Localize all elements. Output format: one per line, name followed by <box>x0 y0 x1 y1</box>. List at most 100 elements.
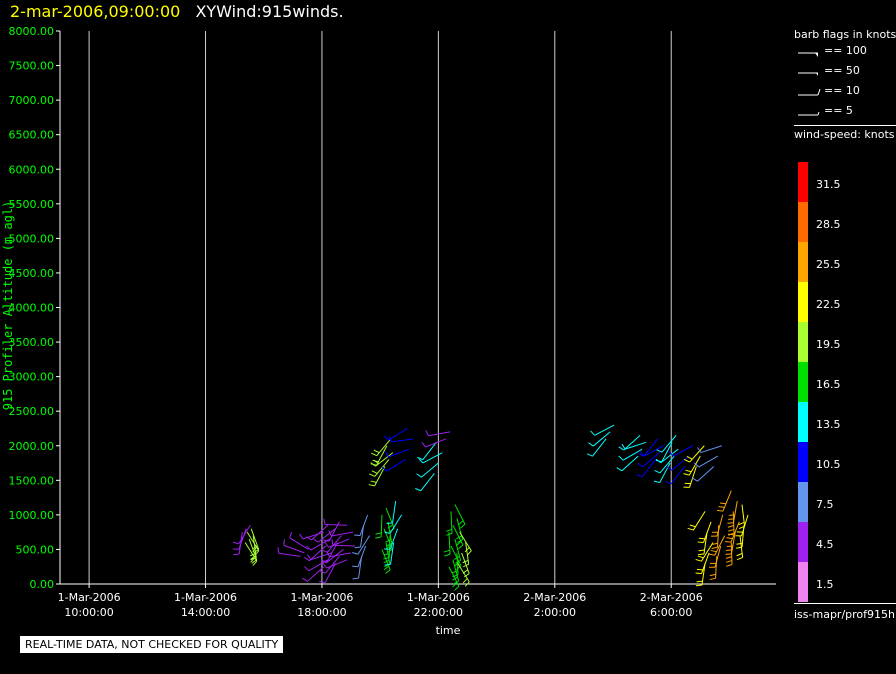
wind-barb <box>701 552 710 574</box>
wind-barb <box>671 455 690 471</box>
wind-barb-tick <box>636 474 643 478</box>
wind-barb-tick <box>289 531 293 538</box>
wind-barb-tick <box>232 541 239 545</box>
wind-barb-tick <box>369 473 375 477</box>
barb-legend-100: == 100 <box>794 41 896 61</box>
x-tick-time: 14:00:00 <box>181 606 230 619</box>
wind-barb-tick <box>352 565 359 568</box>
barb-legend-label: == 10 <box>824 84 860 97</box>
wind-barb-tick <box>460 523 466 529</box>
barb-legend-label: == 100 <box>824 44 867 57</box>
barb-legend-label: == 5 <box>824 104 853 117</box>
wind-barb-tick <box>319 570 326 574</box>
wind-barb-tick <box>454 585 460 591</box>
speed-label: 10.5 <box>816 458 841 471</box>
wind-barb-tick <box>695 572 702 575</box>
wind-barb-tick <box>725 556 732 559</box>
wind-barb-tick <box>372 459 379 463</box>
wind-barb-tick <box>302 577 308 582</box>
wind-barb-tick <box>696 568 703 571</box>
wind-barb <box>659 462 671 483</box>
wind-barb-tick <box>299 533 304 540</box>
speed-label: 4.5 <box>816 538 834 551</box>
y-tick-label: 0.00 <box>30 578 55 591</box>
wind-barb-tick <box>684 458 690 463</box>
wind-barb <box>324 556 340 574</box>
wind-barb <box>391 438 414 443</box>
y-tick-label: 1000.00 <box>9 509 55 522</box>
wind-barb-tick <box>687 527 694 531</box>
wind-barb <box>278 552 301 557</box>
wind-barb-tick <box>689 524 696 528</box>
wind-barb-tick <box>728 518 735 520</box>
wind-barb-tick <box>728 514 735 516</box>
wind-barb-tick <box>462 578 468 584</box>
speed-swatch <box>798 442 808 482</box>
wind-barb-tick <box>618 446 625 451</box>
wind-barb-tick <box>371 452 377 457</box>
wind-barb <box>722 490 732 512</box>
legend-panel: barb flags in knots == 100 == 50 == 10 =… <box>794 28 896 626</box>
y-tick-label: 7000.00 <box>9 94 55 107</box>
wind-barb-tick <box>708 553 715 556</box>
wind-barb-tick <box>698 537 705 540</box>
wind-barb <box>333 544 356 547</box>
x-tick-time: 6:00:00 <box>650 606 692 619</box>
y-tick-label: 7500.00 <box>9 60 55 73</box>
legend-divider <box>794 125 896 126</box>
wind-barb <box>692 511 706 531</box>
wind-barb <box>698 455 719 468</box>
wind-barb-tick <box>232 548 239 550</box>
wind-barb-tick <box>444 549 451 553</box>
wind-barb-tick <box>277 547 280 554</box>
speed-scale-labels: 31.5 28.5 25.5 22.5 19.5 16.5 13.5 10.5 7.5 4.5 1.… <box>816 162 841 602</box>
wind-barb-tick <box>697 553 705 556</box>
wind-barb-tick <box>384 563 391 566</box>
wind-barb-tick <box>304 566 310 572</box>
wind-barb-tick <box>590 430 596 436</box>
wind-barb <box>380 514 383 537</box>
wind-barb-tick <box>586 453 593 457</box>
wind-barb-tick <box>697 555 704 559</box>
wind-barb <box>283 544 305 554</box>
wind-barb-tick <box>618 455 624 461</box>
wind-barb-tick <box>462 569 469 574</box>
wind-barb-tick <box>444 553 451 557</box>
wind-barb-tick <box>352 577 359 580</box>
barb-legend-5: == 5 <box>794 101 896 121</box>
wind-barb-tick <box>726 537 733 540</box>
wind-barb-tick <box>370 480 377 483</box>
speed-swatch <box>798 242 808 282</box>
wind-barb-tick <box>384 451 390 458</box>
x-tick-date: 2-Mar-2006 <box>523 591 586 604</box>
wind-barb-tick <box>354 534 361 537</box>
wind-barb-tick <box>653 480 660 483</box>
wind-barb-tick <box>331 539 334 546</box>
wind-barb-tick <box>736 556 743 561</box>
wind-barb-tick <box>718 506 725 508</box>
wind-barb-tick <box>386 522 393 525</box>
wind-barb-tick <box>710 549 717 553</box>
wind-barb <box>307 566 325 582</box>
speed-swatch <box>798 362 808 402</box>
wind-barb <box>622 448 643 461</box>
wind-barb <box>703 521 712 543</box>
barb-legend-title: barb flags in knots <box>794 28 896 41</box>
wind-barb-tick <box>719 502 727 505</box>
wind-barb-tick <box>725 560 733 563</box>
y-tick-label: 4000.00 <box>9 302 55 315</box>
x-tick-date: 1-Mar-2006 <box>290 591 353 604</box>
wind-barb-tick <box>709 577 716 581</box>
speed-swatch <box>798 562 808 602</box>
wind-barb <box>716 514 724 537</box>
wind-barb <box>331 531 354 537</box>
wind-barb-tick <box>695 584 703 587</box>
wind-barb-tick <box>307 554 312 560</box>
y-axis-label: 915 Profiler Altitude (m agl) <box>1 201 15 411</box>
wind-barb <box>376 438 392 457</box>
wind-barb <box>289 537 309 550</box>
speed-label: 25.5 <box>816 258 841 271</box>
wind-barb <box>376 445 388 466</box>
wind-barb-tick <box>323 518 326 525</box>
wind-barb-tick <box>637 462 644 468</box>
